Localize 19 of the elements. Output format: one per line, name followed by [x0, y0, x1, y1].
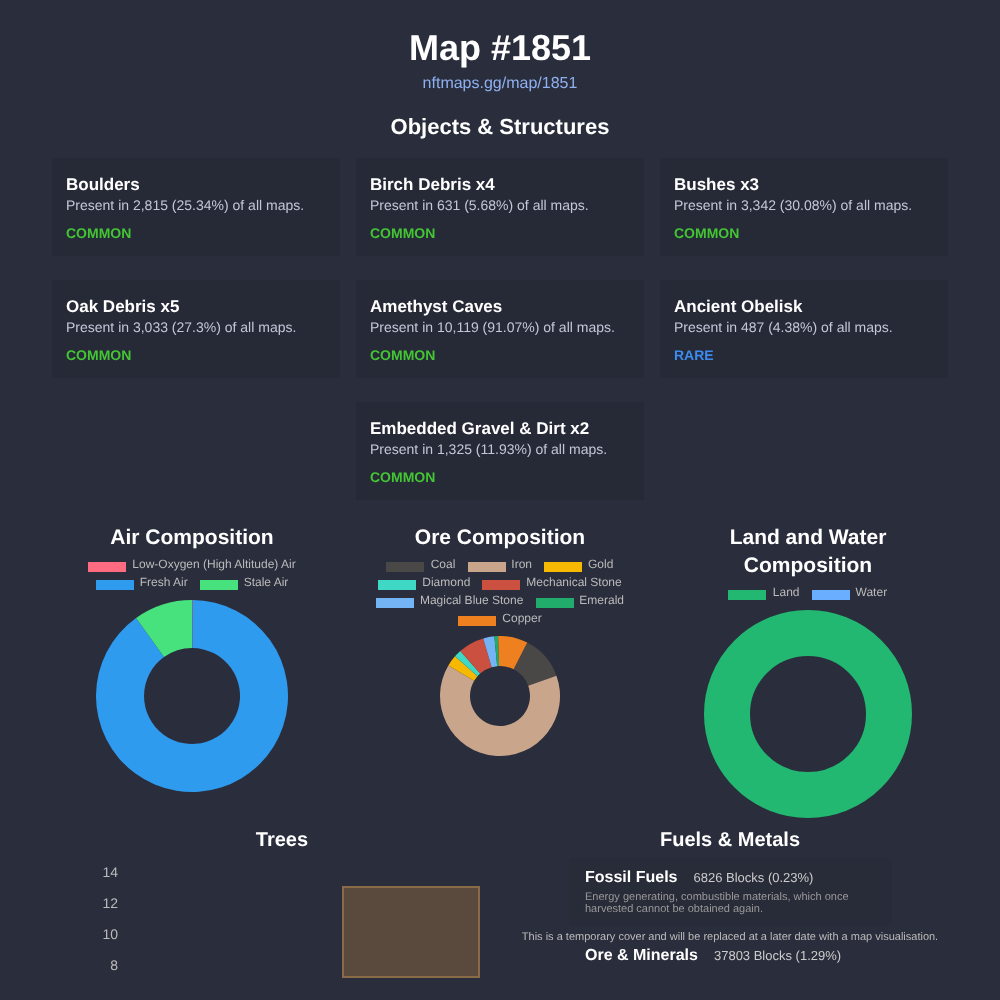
chart-title: Land and Water Composition — [727, 524, 889, 580]
chart-title: Air Composition — [110, 524, 274, 552]
chart-title: Ore Composition — [414, 524, 586, 552]
fuel-name: Fossil Fuels — [585, 868, 678, 886]
object-name: Amethyst Caves — [370, 296, 505, 316]
object-name: Oak Debris x5 — [66, 296, 182, 316]
fuel-name: Ore & Minerals — [585, 946, 698, 964]
bar — [342, 886, 480, 978]
map-link[interactable]: nftmaps.gg/map/1851 — [422, 74, 578, 92]
object-name: Birch Debris x4 — [370, 174, 497, 194]
section-heading: Fuels & Metals — [659, 830, 801, 852]
page-title: Map #1851 — [408, 28, 592, 70]
section-heading: Objects & Structures — [390, 116, 610, 140]
object-name: Bushes x3 — [674, 174, 762, 194]
object-name: Embedded Gravel & Dirt x2 — [370, 418, 592, 438]
chart-title: Trees — [255, 830, 309, 852]
donut-drawing — [440, 636, 560, 756]
object-name: Boulders — [66, 174, 142, 194]
object-name: Ancient Obelisk — [674, 296, 805, 316]
